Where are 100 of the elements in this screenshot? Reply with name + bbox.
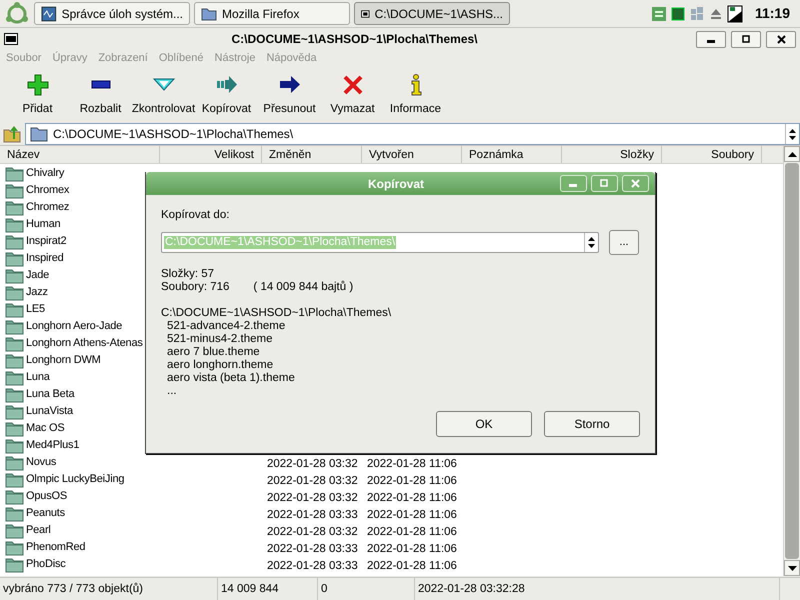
name-cell[interactable]: Novus xyxy=(5,454,56,470)
date-cell-text: 2022-01-28 03:33 xyxy=(266,508,359,523)
name-cell[interactable]: Pearl xyxy=(5,522,51,538)
plus-icon xyxy=(26,74,48,96)
clock: 11:19 xyxy=(754,4,790,23)
date-cell-text: 2022-01-28 03:32 xyxy=(266,490,359,506)
column-header[interactable]: Změněn xyxy=(262,146,362,163)
folder-icon xyxy=(5,368,24,386)
eject-icon[interactable] xyxy=(708,6,723,20)
folder-icon xyxy=(201,6,217,22)
maximize-icon xyxy=(600,179,609,188)
folder-icon xyxy=(5,470,24,488)
toolbar-button[interactable]: Přidat xyxy=(6,74,69,120)
name-cell[interactable]: Jade xyxy=(5,266,50,284)
name-cell[interactable]: Peanuts xyxy=(5,504,65,522)
column-header[interactable]: Soubory xyxy=(662,146,762,163)
scroll-up-icon[interactable] xyxy=(788,152,796,156)
dialog-title: Kopírovat xyxy=(366,176,425,192)
date-cell-text: 2022-01-28 11:06 xyxy=(366,474,458,489)
close-icon xyxy=(631,179,640,188)
dialog-button[interactable]: OK xyxy=(436,411,532,437)
folder-icon xyxy=(5,300,24,318)
source-path: C:\DOCUME~1\ASHSOD~1\Plocha\Themes\ xyxy=(161,307,392,320)
name-cell[interactable]: Chromez xyxy=(5,198,70,216)
spin-icon xyxy=(588,237,595,248)
folder-icon xyxy=(30,126,48,142)
folder-icon xyxy=(5,556,24,572)
maximize-button[interactable] xyxy=(731,30,761,48)
date-cell-text: 2022-01-28 11:06 xyxy=(366,524,458,540)
toolbar-button[interactable]: Rozbalit xyxy=(69,74,132,120)
column-header[interactable]: Vytvořen xyxy=(362,146,462,163)
name-cell[interactable]: Luna Beta xyxy=(5,386,74,402)
status-text: vybráno 773 / 773 objekt(ů) xyxy=(0,578,218,600)
name-cell[interactable]: Mac OS xyxy=(5,420,65,436)
date-cell-text: 2022-01-28 03:33 xyxy=(266,558,359,574)
file-name: aero vista (beta 1).theme xyxy=(166,372,296,385)
name-cell[interactable]: PhenomRed xyxy=(5,538,86,556)
dialog-button[interactable]: Storno xyxy=(544,411,640,437)
scroll-down-icon[interactable] xyxy=(788,566,796,570)
name-cell[interactable]: PhoDisc xyxy=(5,556,66,572)
name-cell[interactable]: Olmpic LuckyBeiJing xyxy=(5,470,124,488)
toolbar-button[interactable]: Přesunout xyxy=(258,74,321,120)
date-cell-text: 2022-01-28 11:06 xyxy=(366,542,458,557)
tray-app-icon[interactable] xyxy=(650,6,667,22)
taskbar-button[interactable]: Mozilla Firefox xyxy=(194,2,350,25)
name-cell[interactable]: Jazz xyxy=(5,284,48,300)
close-button[interactable] xyxy=(766,30,796,48)
name-cell[interactable]: LunaVista xyxy=(5,402,73,420)
monitor-icon xyxy=(41,6,57,22)
folder-icon xyxy=(5,182,24,198)
start-icon[interactable] xyxy=(4,2,30,26)
folder-icon xyxy=(5,436,24,454)
folder-count: Složky: 57 xyxy=(161,268,216,281)
file-name: aero longhorn.theme xyxy=(166,359,274,372)
toolbar-button[interactable]: Informace xyxy=(384,74,447,120)
name-cell[interactable]: OpusOS xyxy=(5,488,67,504)
app-icon xyxy=(4,33,18,45)
toolbar-button[interactable]: Zkontrolovat xyxy=(132,74,195,120)
name-cell[interactable]: Inspired xyxy=(5,250,64,266)
file-name: 521-advance4-2.theme xyxy=(166,320,286,333)
name-cell[interactable]: Chivalry xyxy=(5,164,64,182)
name-cell[interactable]: Longhorn DWM xyxy=(5,352,101,368)
file-name: 521-minus4-2.theme xyxy=(166,333,274,346)
toolbar-button[interactable]: Vymazat xyxy=(321,74,384,120)
date-cell-text: 2022-01-28 03:32 xyxy=(266,474,359,489)
name-cell[interactable]: Inspirat2 xyxy=(5,232,66,250)
minimize-button[interactable] xyxy=(696,30,726,48)
folder-icon xyxy=(5,318,24,334)
name-cell[interactable]: Luna xyxy=(5,368,50,386)
spin-icon xyxy=(789,128,796,140)
status-text: 14 009 844 xyxy=(218,578,318,600)
arrow-icon xyxy=(278,74,300,96)
folder-icon xyxy=(5,454,24,470)
name-cell[interactable]: LE5 xyxy=(5,300,45,318)
column-header[interactable]: Složky xyxy=(562,146,662,163)
name-cell[interactable]: Human xyxy=(5,216,60,232)
browse-button[interactable]: ... xyxy=(609,230,639,255)
column-header[interactable]: Velikost xyxy=(160,146,262,163)
column-header[interactable]: Název xyxy=(0,146,160,163)
status-text: 2022-01-28 03:32:28 xyxy=(415,578,780,600)
name-cell[interactable]: Longhorn Athens-Atenas xyxy=(5,334,143,352)
field-label: Kopírovat do: xyxy=(161,209,230,222)
name-cell[interactable]: Chromex xyxy=(5,182,70,198)
delete-icon xyxy=(342,74,364,96)
date-cell-text: 2022-01-28 11:06 xyxy=(366,508,458,523)
folder-up-icon[interactable] xyxy=(3,125,21,143)
folder-icon xyxy=(5,504,24,522)
taskbar-button[interactable]: C:\DOCUME~1\ASHS... xyxy=(354,2,510,25)
maximize-icon xyxy=(742,35,750,43)
folder-icon xyxy=(5,164,24,182)
close-icon xyxy=(776,34,786,44)
toolbar-button[interactable]: Kopírovat xyxy=(195,74,258,120)
scrollbar[interactable] xyxy=(783,146,800,576)
taskbar-button[interactable]: Správce úloh systém... xyxy=(34,2,190,25)
name-cell[interactable]: Med4Plus1 xyxy=(5,436,80,454)
folder-icon xyxy=(5,522,24,538)
column-header[interactable]: Poznámka xyxy=(462,146,562,163)
folder-icon xyxy=(5,284,24,300)
address-field[interactable]: C:\DOCUME~1\ASHSOD~1\Plocha\Themes\ xyxy=(25,123,800,145)
name-cell[interactable]: Longhorn Aero-Jade xyxy=(5,318,122,334)
